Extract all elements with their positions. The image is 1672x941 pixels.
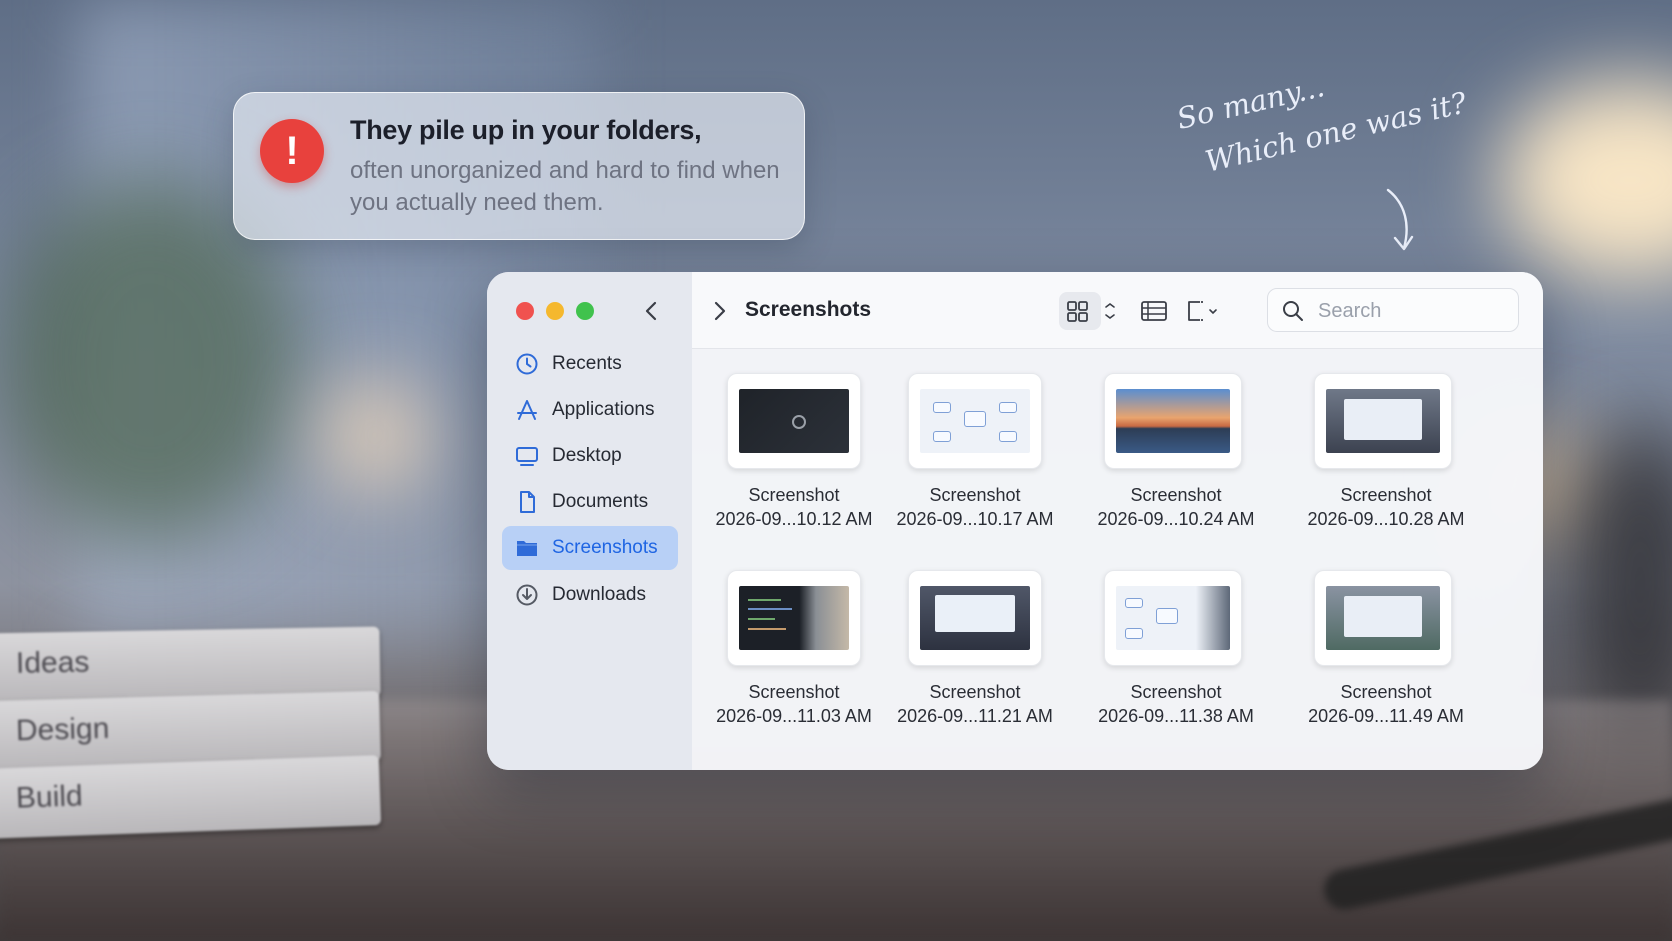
file-item[interactable]: Screenshot 2026-09...10.12 AM [692,359,873,529]
arrow-down-icon [1386,188,1414,251]
grid-view-icon [1067,301,1088,322]
icon-view-button[interactable] [1059,292,1101,330]
book: Build [0,755,382,839]
exclamation-icon: ! [260,119,324,183]
book-label: Build [15,779,84,815]
file-thumbnail [727,570,861,666]
sidebar-item-desktop[interactable]: Desktop [502,434,678,478]
sidebar-item-recents[interactable]: Recents [502,342,678,386]
search-input[interactable] [1316,297,1510,325]
sidebar-item-applications[interactable]: Applications [502,388,678,432]
search-field[interactable] [1267,288,1519,332]
file-grid: Screenshot 2026-09...10.12 AM Screenshot 2… [692,349,1543,770]
thumbnail-image [1326,586,1440,650]
file-item[interactable]: Screenshot 2026-09...11.49 AM [1284,556,1464,726]
file-thumbnail [908,570,1042,666]
file-thumbnail [1104,570,1242,666]
sidebar-item-label: Screenshots [552,537,658,558]
chevron-updown-icon[interactable] [1101,292,1121,330]
file-thumbnail [727,373,861,469]
file-thumbnail [1104,373,1242,469]
book-label: Ideas [15,645,90,680]
thumbnail-image [920,586,1030,650]
zoom-button[interactable] [576,302,594,320]
alert-card: ! They pile up in your folders, often un… [233,92,805,240]
file-thumbnail [1314,373,1452,469]
chevron-right-icon[interactable] [704,296,734,326]
applications-icon [517,400,537,420]
clock-icon [516,353,538,375]
thumbnail-image [739,586,849,650]
sidebar-item-downloads[interactable]: Downloads [502,573,678,617]
desktop-icon [516,447,538,466]
toolbar: Screenshots [692,272,1543,349]
finder-window: Recents Applications Desktop Documents S… [487,272,1543,770]
minimize-button[interactable] [546,302,564,320]
download-icon [516,584,538,606]
sidebar-item-label: Applications [552,399,655,420]
sidebar-item-label: Downloads [552,584,646,605]
sidebar-item-screenshots[interactable]: Screenshots [502,526,678,570]
alert-body: often unorganized and hard to find when … [350,157,780,216]
file-item[interactable]: Screenshot 2026-09...10.24 AM [1074,359,1255,529]
sidebar-item-documents[interactable]: Documents [502,480,678,524]
group-menu-icon[interactable] [1180,292,1226,330]
search-icon [1283,301,1303,321]
file-item[interactable]: Screenshot 2026-09...11.21 AM [873,556,1053,726]
book-stack: Ideas Design Build [0,626,390,870]
book-label: Design [15,711,110,748]
thumbnail-image [1326,389,1440,453]
file-item[interactable]: Screenshot 2026-09...10.28 AM [1284,359,1465,529]
file-name: Screenshot 2026-09...10.17 AM [896,485,1054,529]
sidebar-item-label: Recents [552,353,622,374]
close-button[interactable] [516,302,534,320]
sidebar: Recents Applications Desktop Documents S… [487,272,692,770]
chevron-left-icon[interactable] [637,296,667,326]
folder-icon [517,541,537,556]
file-item[interactable]: Screenshot 2026-09...10.17 AM [873,359,1054,529]
file-name: Screenshot 2026-09...11.03 AM [716,682,872,726]
file-thumbnail [908,373,1042,469]
document-icon [520,491,535,513]
list-view-icon[interactable] [1134,292,1174,330]
sidebar-item-label: Documents [552,491,649,512]
sidebar-item-label: Desktop [552,445,622,466]
alert-title: They pile up in your folders, [350,115,702,145]
thumbnail-image [1116,389,1230,453]
folder-title: Screenshots [745,298,872,321]
file-item[interactable]: Screenshot 2026-09...11.03 AM [692,556,872,726]
file-thumbnail [1314,570,1452,666]
file-name: Screenshot 2026-09...11.49 AM [1308,682,1464,726]
file-name: Screenshot 2026-09...10.12 AM [715,485,873,529]
thumbnail-image [739,389,849,453]
file-name: Screenshot 2026-09...10.28 AM [1307,485,1465,529]
thumbnail-image [920,389,1030,453]
bokeh-light [320,380,430,490]
file-name: Screenshot 2026-09...11.21 AM [897,682,1053,726]
file-name: Screenshot 2026-09...11.38 AM [1098,682,1254,726]
lamp-glow [1500,80,1672,280]
thumbnail-image [1116,586,1230,650]
file-item[interactable]: Screenshot 2026-09...11.38 AM [1074,556,1254,726]
file-name: Screenshot 2026-09...10.24 AM [1097,485,1255,529]
